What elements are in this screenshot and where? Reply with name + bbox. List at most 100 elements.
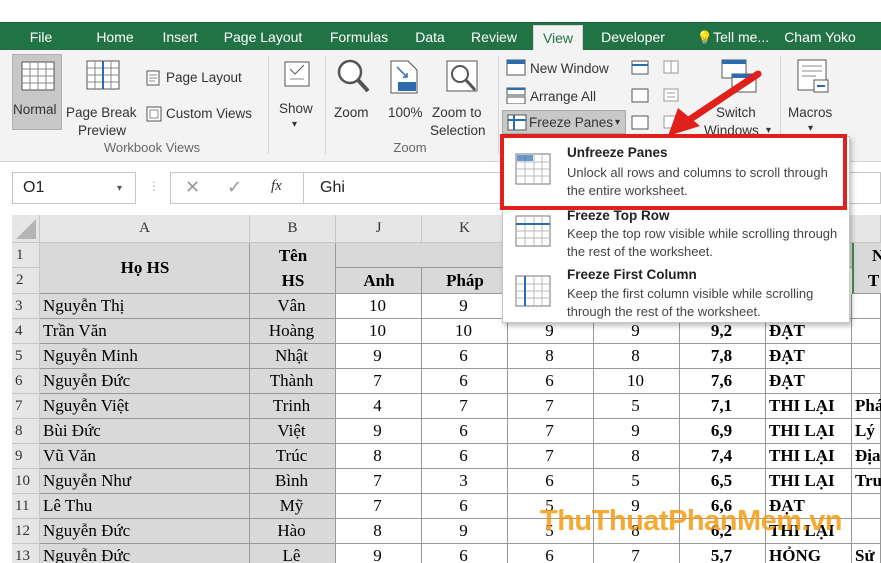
row-header[interactable]: 6 [12, 369, 40, 394]
new-window-button[interactable]: New Window [504, 58, 620, 78]
tab-developer[interactable]: Developer [592, 23, 674, 51]
table-cell[interactable]: 9 [336, 419, 422, 444]
row-header[interactable]: 5 [12, 344, 40, 369]
table-cell[interactable]: THI LẠI [766, 444, 852, 469]
table-cell[interactable]: 8 [508, 344, 594, 369]
table-cell[interactable]: Mỹ [250, 494, 336, 519]
table-cell[interactable]: 6 [508, 469, 594, 494]
table-cell[interactable]: Hào [250, 519, 336, 544]
arrange-all-button[interactable]: Arrange All [504, 86, 620, 106]
table-cell[interactable]: 7,6 [680, 369, 766, 394]
table-cell[interactable] [852, 369, 881, 394]
header-cell-ho-hs[interactable]: Họ HS [40, 243, 250, 294]
table-cell[interactable]: 6 [422, 344, 508, 369]
column-header-b[interactable]: B [250, 215, 336, 243]
table-cell[interactable]: Lý [852, 419, 881, 444]
row-header[interactable]: 4 [12, 319, 40, 344]
table-cell[interactable]: Trinh [250, 394, 336, 419]
table-cell[interactable]: THI LẠI [766, 419, 852, 444]
table-cell[interactable]: THI LẠI [766, 394, 852, 419]
table-cell[interactable]: 6 [422, 369, 508, 394]
table-cell[interactable]: Việt [250, 419, 336, 444]
table-cell[interactable]: 8 [336, 444, 422, 469]
enter-check-icon[interactable]: ✓ [227, 178, 242, 196]
table-cell[interactable]: 6,9 [680, 419, 766, 444]
table-cell[interactable]: Nguyễn Đức [40, 519, 250, 544]
table-cell[interactable] [852, 494, 881, 519]
table-cell[interactable]: Vân [250, 294, 336, 319]
tab-review[interactable]: Review [463, 23, 525, 51]
tab-formulas[interactable]: Formulas [320, 23, 398, 51]
table-cell[interactable]: Lê Thu [40, 494, 250, 519]
table-cell[interactable]: 8 [594, 444, 680, 469]
table-cell[interactable]: 10 [336, 319, 422, 344]
table-cell[interactable]: 8 [336, 519, 422, 544]
tab-insert[interactable]: Insert [152, 23, 208, 51]
header-cell-phap[interactable]: Pháp [422, 268, 508, 294]
insert-function-icon[interactable]: fx [271, 178, 282, 195]
table-cell[interactable]: Lê [250, 544, 336, 563]
row-header[interactable]: 11 [12, 494, 40, 519]
table-cell[interactable]: 7 [336, 469, 422, 494]
table-cell[interactable] [852, 344, 881, 369]
cancel-icon[interactable]: ✕ [185, 178, 200, 196]
column-header-a[interactable]: A [40, 215, 250, 243]
table-cell[interactable] [852, 519, 881, 544]
table-cell[interactable]: 9 [594, 419, 680, 444]
row-header[interactable]: 3 [12, 294, 40, 319]
row-header[interactable]: 8 [12, 419, 40, 444]
table-cell[interactable]: 3 [422, 469, 508, 494]
custom-views-button[interactable]: Custom Views [146, 104, 262, 124]
table-cell[interactable]: 10 [336, 294, 422, 319]
table-cell[interactable]: 5 [594, 469, 680, 494]
table-cell[interactable]: 7 [508, 419, 594, 444]
table-cell[interactable]: 9 [336, 344, 422, 369]
table-cell[interactable]: 6 [422, 444, 508, 469]
table-cell[interactable] [852, 294, 881, 319]
menu-item-freeze-first-column[interactable]: Freeze First Column Keep the first colum… [503, 267, 849, 323]
table-cell[interactable]: 8 [594, 344, 680, 369]
table-cell[interactable]: 9 [422, 519, 508, 544]
table-cell[interactable]: 7 [508, 444, 594, 469]
table-cell[interactable]: Nguyễn Thị [40, 294, 250, 319]
tab-file[interactable]: File [18, 23, 64, 51]
header-cell-ten-hs[interactable]: Tên HS [250, 243, 336, 294]
table-cell[interactable]: Thành [250, 369, 336, 394]
tab-home[interactable]: Home [86, 23, 144, 51]
header-cell-partial[interactable]: N T [852, 243, 881, 294]
table-cell[interactable]: Địa [852, 444, 881, 469]
table-cell[interactable]: Hoàng [250, 319, 336, 344]
tab-view[interactable]: View [533, 25, 583, 51]
table-cell[interactable]: Tru [852, 469, 881, 494]
row-header[interactable]: 12 [12, 519, 40, 544]
table-cell[interactable]: Nguyễn Đức [40, 544, 250, 563]
table-cell[interactable]: 6 [422, 419, 508, 444]
freeze-panes-button[interactable]: Freeze Panes ▾ [502, 110, 626, 134]
page-break-preview-button[interactable]: Page Break Preview [66, 54, 140, 138]
row-header-1[interactable]: 1 [12, 243, 40, 268]
zoom-button[interactable]: Zoom [330, 54, 376, 134]
table-cell[interactable]: 7 [422, 394, 508, 419]
table-cell[interactable]: 6 [508, 544, 594, 563]
row-header[interactable]: 10 [12, 469, 40, 494]
table-cell[interactable]: 7 [336, 494, 422, 519]
row-header[interactable]: 9 [12, 444, 40, 469]
table-cell[interactable]: THI LẠI [766, 469, 852, 494]
column-header-k[interactable]: K [422, 215, 508, 243]
table-cell[interactable]: Phá [852, 394, 881, 419]
user-name[interactable]: Cham Yoko [780, 23, 860, 51]
table-cell[interactable]: Trúc [250, 444, 336, 469]
table-cell[interactable]: Nguyễn Đức [40, 369, 250, 394]
tab-page-layout[interactable]: Page Layout [216, 23, 310, 51]
normal-view-button[interactable]: Normal [12, 54, 62, 130]
header-cell-anh[interactable]: Anh [336, 268, 422, 294]
table-cell[interactable]: 5,7 [680, 544, 766, 563]
table-cell[interactable]: 6 [422, 494, 508, 519]
table-cell[interactable]: 7,4 [680, 444, 766, 469]
column-header-j[interactable]: J [336, 215, 422, 243]
table-cell[interactable]: ĐẠT [766, 344, 852, 369]
table-cell[interactable]: 4 [336, 394, 422, 419]
table-cell[interactable]: 5 [594, 394, 680, 419]
table-cell[interactable]: 6 [508, 369, 594, 394]
table-cell[interactable]: Vũ Văn [40, 444, 250, 469]
